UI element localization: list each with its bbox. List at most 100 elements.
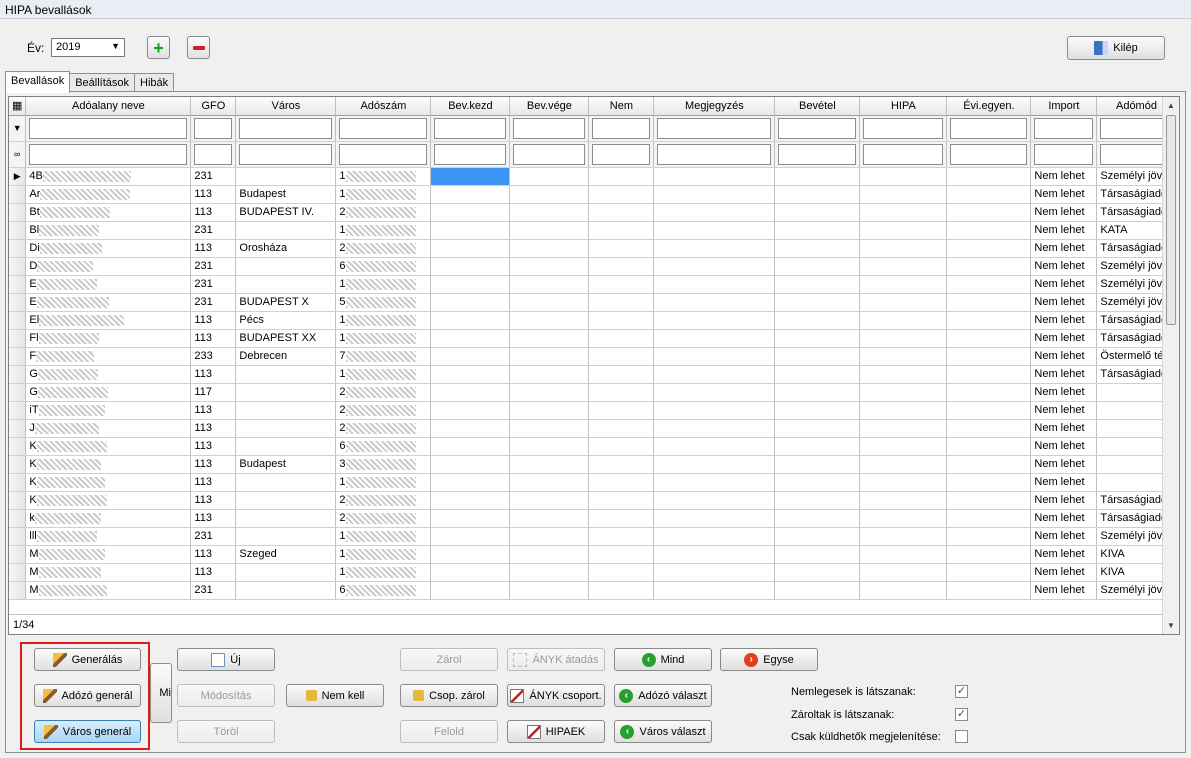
nemlegesek-checkbox[interactable]: ✓ bbox=[955, 685, 968, 698]
table-row[interactable]: iT 113 2 Nem lehet bbox=[9, 401, 1177, 420]
evi-egyen-cell[interactable] bbox=[946, 365, 1032, 384]
bev-kezd-cell[interactable] bbox=[430, 203, 511, 222]
bevetel-cell[interactable] bbox=[774, 257, 861, 276]
bev-kezd-cell[interactable] bbox=[430, 239, 511, 258]
row-indicator[interactable] bbox=[9, 311, 27, 330]
gfo-cell[interactable]: 113 bbox=[190, 455, 237, 474]
bev-kezd-cell[interactable] bbox=[430, 167, 511, 186]
bev-kezd-cell[interactable] bbox=[430, 455, 511, 474]
import-cell[interactable]: Nem lehet bbox=[1030, 455, 1098, 474]
hipa-cell[interactable] bbox=[859, 563, 948, 582]
evi-egyen-cell[interactable] bbox=[946, 275, 1032, 294]
search-input[interactable] bbox=[339, 143, 428, 165]
import-cell[interactable]: Nem lehet bbox=[1030, 365, 1098, 384]
search-input[interactable] bbox=[513, 143, 586, 165]
table-row[interactable]: J 113 2 Nem lehet bbox=[9, 419, 1177, 438]
bevetel-cell[interactable] bbox=[774, 401, 861, 420]
import-cell[interactable]: Nem lehet bbox=[1030, 239, 1098, 258]
column-header[interactable]: Város bbox=[235, 97, 337, 116]
bev-kezd-cell[interactable] bbox=[430, 419, 511, 438]
row-indicator[interactable] bbox=[9, 347, 27, 366]
scroll-down-icon[interactable]: ▼ bbox=[1163, 617, 1179, 634]
varos-cell[interactable] bbox=[235, 365, 337, 384]
gfo-cell[interactable]: 231 bbox=[190, 527, 237, 546]
filter-input[interactable] bbox=[950, 117, 1028, 139]
evi-egyen-cell[interactable] bbox=[946, 383, 1032, 402]
adoszam-cell[interactable]: 7 bbox=[335, 347, 432, 366]
add-year-button[interactable]: + bbox=[147, 36, 170, 59]
bev-kezd-cell[interactable] bbox=[430, 185, 511, 204]
bev-kezd-cell[interactable] bbox=[430, 401, 511, 420]
evi-egyen-cell[interactable] bbox=[946, 455, 1032, 474]
adoszam-cell[interactable]: 1 bbox=[335, 563, 432, 582]
megjegyzes-cell[interactable] bbox=[653, 401, 776, 420]
adoszam-cell[interactable]: 1 bbox=[335, 527, 432, 546]
gfo-cell[interactable]: 113 bbox=[190, 365, 237, 384]
name-cell[interactable]: M bbox=[25, 581, 192, 600]
bevetel-cell[interactable] bbox=[774, 383, 861, 402]
anyk-csoport-button[interactable]: ÁNYK csoport. bbox=[507, 684, 605, 707]
evi-egyen-cell[interactable] bbox=[946, 527, 1032, 546]
import-cell[interactable]: Nem lehet bbox=[1030, 275, 1098, 294]
name-cell[interactable]: E bbox=[25, 293, 192, 312]
name-cell[interactable]: E bbox=[25, 275, 192, 294]
nem-cell[interactable] bbox=[588, 581, 655, 600]
nem-cell[interactable] bbox=[588, 167, 655, 186]
megjegyzes-cell[interactable] bbox=[653, 383, 776, 402]
hipa-cell[interactable] bbox=[859, 455, 948, 474]
column-header[interactable]: Évi.egyen. bbox=[946, 97, 1032, 116]
search-input[interactable] bbox=[778, 143, 857, 165]
search-input[interactable] bbox=[863, 143, 944, 165]
table-row[interactable]: G 117 2 Nem lehet bbox=[9, 383, 1177, 402]
search-input[interactable] bbox=[1034, 143, 1094, 165]
import-cell[interactable]: Nem lehet bbox=[1030, 167, 1098, 186]
varos-cell[interactable] bbox=[235, 383, 337, 402]
filter-input[interactable] bbox=[434, 117, 507, 139]
row-indicator[interactable] bbox=[9, 383, 27, 402]
bev-vege-cell[interactable] bbox=[509, 167, 590, 186]
column-header[interactable]: Bev.vége bbox=[509, 97, 590, 116]
name-cell[interactable]: G bbox=[25, 365, 192, 384]
varos-cell[interactable]: BUDAPEST IV. bbox=[235, 203, 337, 222]
search-input[interactable] bbox=[592, 143, 651, 165]
bev-vege-cell[interactable] bbox=[509, 527, 590, 546]
bev-kezd-cell[interactable] bbox=[430, 329, 511, 348]
adozo-valaszt-button[interactable]: ‹ Adózó választ bbox=[614, 684, 712, 707]
bev-kezd-cell[interactable] bbox=[430, 491, 511, 510]
scroll-up-icon[interactable]: ▲ bbox=[1163, 97, 1179, 114]
nem-cell[interactable] bbox=[588, 239, 655, 258]
row-indicator[interactable] bbox=[9, 329, 27, 348]
bev-kezd-cell[interactable] bbox=[430, 383, 511, 402]
varos-cell[interactable] bbox=[235, 473, 337, 492]
bev-vege-cell[interactable] bbox=[509, 329, 590, 348]
import-cell[interactable]: Nem lehet bbox=[1030, 311, 1098, 330]
search-input[interactable] bbox=[194, 143, 233, 165]
adoszam-cell[interactable]: 1 bbox=[335, 167, 432, 186]
bev-vege-cell[interactable] bbox=[509, 563, 590, 582]
bev-kezd-cell[interactable] bbox=[430, 581, 511, 600]
row-indicator[interactable] bbox=[9, 257, 27, 276]
bev-kezd-cell[interactable] bbox=[430, 257, 511, 276]
nem-cell[interactable] bbox=[588, 383, 655, 402]
name-cell[interactable]: Bl bbox=[25, 221, 192, 240]
row-indicator[interactable] bbox=[9, 545, 27, 564]
varos-cell[interactable]: BUDAPEST XX bbox=[235, 329, 337, 348]
row-indicator[interactable] bbox=[9, 365, 27, 384]
adoszam-cell[interactable]: 2 bbox=[335, 491, 432, 510]
gfo-cell[interactable]: 113 bbox=[190, 563, 237, 582]
import-cell[interactable]: Nem lehet bbox=[1030, 473, 1098, 492]
import-cell[interactable]: Nem lehet bbox=[1030, 221, 1098, 240]
gfo-cell[interactable]: 113 bbox=[190, 473, 237, 492]
column-header[interactable]: Adóalany neve bbox=[25, 97, 192, 116]
nem-cell[interactable] bbox=[588, 455, 655, 474]
column-header[interactable]: Bev.kezd bbox=[430, 97, 511, 116]
nem-cell[interactable] bbox=[588, 203, 655, 222]
import-cell[interactable]: Nem lehet bbox=[1030, 545, 1098, 564]
nem-cell[interactable] bbox=[588, 293, 655, 312]
gfo-cell[interactable]: 231 bbox=[190, 275, 237, 294]
bev-kezd-cell[interactable] bbox=[430, 221, 511, 240]
tab-bevallasok[interactable]: Bevallások bbox=[5, 71, 71, 93]
gfo-cell[interactable]: 113 bbox=[190, 203, 237, 222]
nem-cell[interactable] bbox=[588, 185, 655, 204]
name-cell[interactable]: Ar bbox=[25, 185, 192, 204]
